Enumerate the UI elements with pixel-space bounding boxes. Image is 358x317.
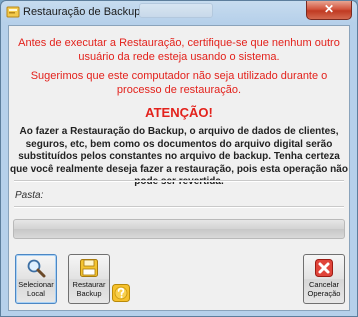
dialog-body: Antes de executar a Restauração, certifi… [8,25,350,311]
info-message-computer: Sugerimos que este computador não seja u… [30,70,328,96]
select-local-label-1: Selecionar [18,280,54,289]
select-local-button[interactable]: Selecionar Local [15,254,57,304]
close-button[interactable]: ✕ [306,1,352,20]
app-icon [6,6,20,18]
cancel-operation-button[interactable]: Cancelar Operação [303,254,345,304]
ghost-tab [139,3,213,18]
window-title: Restauração de Backup [23,6,141,18]
cancel-label-1: Cancelar [308,280,339,289]
info-message-network: Antes de executar a Restauração, certifi… [18,37,340,63]
attention-heading: ATENÇÃO! [145,105,213,120]
help-icon[interactable] [112,284,130,302]
restore-label-2: Backup [76,289,102,298]
floppy-disk-icon [80,259,98,277]
restore-backup-window: Restauração de Backup ✕ Antes de executa… [0,0,358,317]
close-icon: ✕ [323,2,335,16]
separator [14,180,344,182]
cancel-x-icon [315,259,333,277]
separator [14,206,344,208]
magnifier-icon [27,259,46,278]
restore-label-1: Restaurar [72,280,106,289]
cancel-label-2: Operação [307,289,341,298]
folder-label: Pasta: [15,190,44,201]
title-bar[interactable]: Restauração de Backup ✕ [1,1,357,25]
select-local-label-2: Local [27,289,45,298]
restore-backup-button[interactable]: Restaurar Backup [68,254,110,304]
progress-bar [13,219,345,239]
